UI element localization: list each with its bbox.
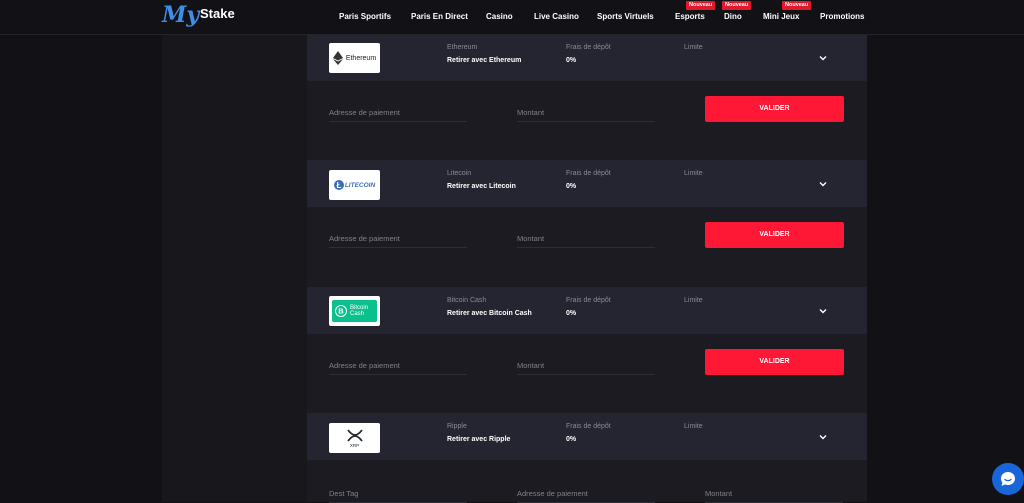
method-body-ethereum: Adresse de paiement Montant VALIDER	[307, 81, 867, 161]
withdrawal-methods: Ethereum Ethereum Retirer avec Ethereum …	[307, 35, 867, 503]
logo-my: My	[162, 2, 200, 28]
method-name: Ethereum	[447, 44, 478, 51]
amount-placeholder: Montant	[517, 361, 545, 370]
chat-support-button[interactable]	[992, 463, 1024, 495]
limit-label: Limite	[684, 423, 703, 430]
payment-address-placeholder: Adresse de paiement	[329, 361, 400, 370]
fee-label: Frais de dépôt	[566, 423, 611, 430]
xrp-logo-text: XRP	[349, 442, 360, 448]
svg-text:B: B	[338, 307, 344, 316]
new-badge: Nouveau	[686, 1, 716, 10]
new-badge: Nouveau	[782, 1, 812, 10]
amount-placeholder: Montant	[705, 489, 733, 498]
litecoin-icon: Ł	[333, 180, 344, 190]
method-name: Bitcoin Cash	[447, 297, 487, 304]
ethereum-logo-text: Ethereum	[345, 54, 377, 62]
method-action: Retirer avec Bitcoin Cash	[447, 310, 532, 317]
limit-label: Limite	[684, 44, 703, 51]
limit-label: Limite	[684, 170, 703, 177]
nav-esports[interactable]: Nouveau Esports	[675, 1, 716, 21]
chevron-down-icon[interactable]	[819, 54, 827, 62]
method-action: Retirer avec Litecoin	[447, 183, 516, 190]
nav-sports-virtuels[interactable]: Sports Virtuels	[597, 12, 654, 21]
fee-value: 0%	[566, 57, 577, 64]
payment-address-placeholder: Adresse de paiement	[517, 489, 588, 498]
fee-label: Frais de dépôt	[566, 170, 611, 177]
bitcoin-cash-badge: B Bitcoin Cash	[332, 300, 377, 322]
method-name: Litecoin	[447, 170, 472, 177]
ripple-logo: XRP	[329, 423, 380, 453]
fee-label: Frais de dépôt	[566, 297, 611, 304]
nav-paris-sportifs[interactable]: Paris Sportifs	[339, 12, 391, 21]
fee-value: 0%	[566, 310, 577, 317]
validate-button[interactable]: VALIDER	[705, 222, 844, 248]
payment-address-field[interactable]: Adresse de paiement	[329, 358, 467, 375]
amount-field[interactable]: Montant	[705, 486, 843, 503]
litecoin-logo-text: LITECOIN	[344, 181, 376, 189]
amount-field[interactable]: Montant	[517, 358, 655, 375]
method-header-bitcoin-cash[interactable]: B Bitcoin Cash Bitcoin Cash Retirer avec…	[307, 288, 867, 334]
fee-label: Frais de dépôt	[566, 44, 611, 51]
bitcoin-cash-logo: B Bitcoin Cash	[329, 296, 380, 326]
method-header-ripple[interactable]: XRP Ripple Retirer avec Ripple Frais de …	[307, 414, 867, 460]
ethereum-icon	[332, 51, 343, 65]
payment-address-field[interactable]: Adresse de paiement	[517, 486, 655, 503]
nav-dino-label: Dino	[724, 12, 742, 21]
method-action: Retirer avec Ripple	[447, 436, 511, 443]
right-edge	[867, 35, 1024, 502]
top-header: My Stake Paris Sportifs Paris En Direct …	[0, 0, 1024, 35]
payment-address-placeholder: Adresse de paiement	[329, 234, 400, 243]
method-action: Retirer avec Ethereum	[447, 57, 522, 64]
bitcoin-cash-logo-text: Bitcoin Cash	[350, 304, 369, 318]
validate-button[interactable]: VALIDER	[705, 96, 844, 122]
payment-address-field[interactable]: Adresse de paiement	[329, 231, 467, 248]
dest-tag-placeholder: Dest Tag	[329, 489, 359, 498]
limit-label: Limite	[684, 297, 703, 304]
xrp-icon	[346, 428, 363, 442]
method-header-litecoin[interactable]: Ł LITECOIN Litecoin Retirer avec Litecoi…	[307, 161, 867, 207]
nav-dino[interactable]: Nouveau Dino	[722, 1, 752, 21]
payment-address-field[interactable]: Adresse de paiement	[329, 105, 467, 122]
chevron-down-icon[interactable]	[819, 433, 827, 441]
dest-tag-field[interactable]: Dest Tag	[329, 486, 467, 503]
nav-mini-jeux[interactable]: Nouveau Mini Jeux	[763, 1, 812, 21]
litecoin-logo: Ł LITECOIN	[329, 170, 380, 200]
method-name: Ripple	[447, 423, 467, 430]
amount-field[interactable]: Montant	[517, 231, 655, 248]
nav-paris-en-direct[interactable]: Paris En Direct	[411, 12, 468, 21]
nav-promotions[interactable]: Promotions	[820, 12, 864, 21]
nav-esports-label: Esports	[675, 12, 705, 21]
amount-placeholder: Montant	[517, 108, 545, 117]
nav-casino[interactable]: Casino	[486, 12, 513, 21]
left-panel	[162, 35, 307, 502]
chevron-down-icon[interactable]	[819, 307, 827, 315]
new-badge: Nouveau	[722, 1, 752, 10]
chat-icon	[1001, 472, 1015, 486]
nav-mini-jeux-label: Mini Jeux	[763, 12, 800, 21]
bitcoin-cash-icon: B	[335, 305, 347, 317]
chevron-down-icon[interactable]	[819, 180, 827, 188]
amount-field[interactable]: Montant	[517, 105, 655, 122]
logo-stake: Stake	[200, 6, 235, 21]
validate-button[interactable]: VALIDER	[705, 349, 844, 375]
ethereum-logo: Ethereum	[329, 43, 380, 73]
fee-value: 0%	[566, 183, 577, 190]
fee-value: 0%	[566, 436, 577, 443]
method-body-litecoin: Adresse de paiement Montant VALIDER	[307, 207, 867, 287]
payment-address-placeholder: Adresse de paiement	[329, 108, 400, 117]
nav-live-casino[interactable]: Live Casino	[534, 12, 579, 21]
method-body-bitcoin-cash: Adresse de paiement Montant VALIDER	[307, 334, 867, 414]
method-body-ripple: Dest Tag Adresse de paiement Montant	[307, 460, 867, 503]
svg-text:Ł: Ł	[336, 181, 341, 190]
method-header-ethereum[interactable]: Ethereum Ethereum Retirer avec Ethereum …	[307, 35, 867, 81]
amount-placeholder: Montant	[517, 234, 545, 243]
